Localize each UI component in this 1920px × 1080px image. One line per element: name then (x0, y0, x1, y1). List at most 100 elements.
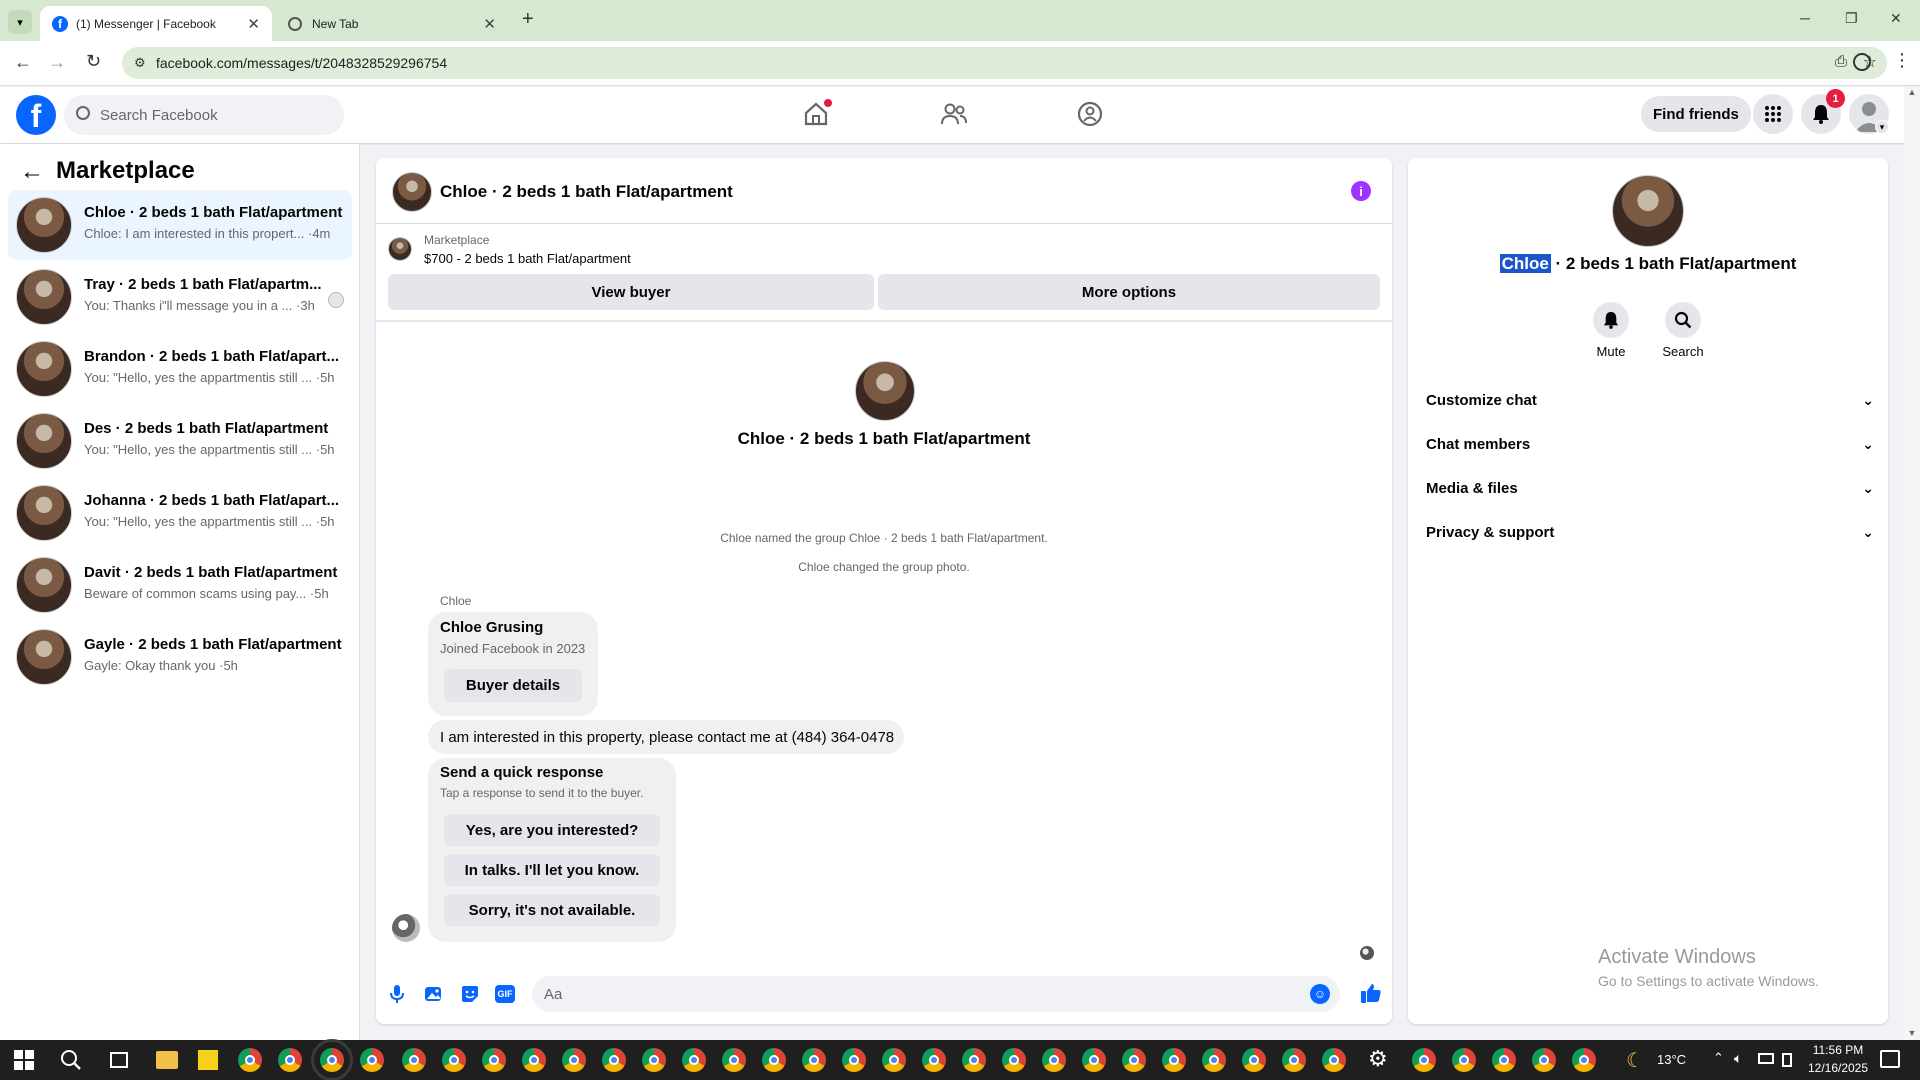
emoji-icon[interactable]: ☺ (1310, 984, 1330, 1004)
tab-messenger[interactable]: f (1) Messenger | Facebook ✕ (40, 6, 272, 41)
quick-reply-button[interactable]: Yes, are you interested? (444, 814, 660, 846)
weather-temperature[interactable]: 13°C (1657, 1052, 1686, 1067)
conversation-item[interactable]: Chloe · 2 beds 1 bath Flat/apartment Chlo… (8, 190, 352, 260)
taskbar-browser-icon[interactable] (1242, 1048, 1266, 1072)
taskbar-browser-icon[interactable] (442, 1048, 466, 1072)
back-arrow-icon[interactable]: ← (20, 158, 44, 186)
taskbar-browser-icon[interactable] (522, 1048, 546, 1072)
site-info-icon[interactable]: ⚙ (134, 55, 146, 71)
taskbar-browser-icon[interactable] (842, 1048, 866, 1072)
taskbar-browser-icon[interactable] (1322, 1048, 1346, 1072)
taskbar-browser-icon[interactable] (1082, 1048, 1106, 1072)
clock-date[interactable]: 12/16/2025 (1806, 1061, 1870, 1075)
taskbar-browser-icon[interactable] (278, 1048, 302, 1072)
quick-reply-button[interactable]: In talks. I'll let you know. (444, 854, 660, 886)
microphone-icon[interactable] (389, 984, 405, 1004)
close-window-icon[interactable]: ✕ (1890, 10, 1902, 27)
taskbar-browser-icon[interactable] (1042, 1048, 1066, 1072)
install-app-icon[interactable]: ⎙ (1835, 53, 1847, 70)
like-thumbs-up-icon[interactable] (1360, 982, 1382, 1004)
message-input[interactable]: Aa ☺ (532, 976, 1340, 1012)
minimize-icon[interactable]: ─ (1800, 10, 1810, 26)
taskbar-browser-icon[interactable] (642, 1048, 666, 1072)
browser-menu-icon[interactable]: ⋮ (1893, 50, 1911, 71)
taskbar-browser-icon[interactable] (722, 1048, 746, 1072)
customize-chat-section[interactable]: Customize chat ⌄ (1424, 380, 1874, 420)
listing-thumbnail[interactable] (388, 237, 412, 261)
taskbar-browser-icon[interactable] (402, 1048, 426, 1072)
close-tab-icon[interactable]: ✕ (483, 15, 496, 33)
profile-icon[interactable] (1853, 53, 1871, 71)
taskbar-browser-icon[interactable] (962, 1048, 986, 1072)
taskbar-browser-icon[interactable] (562, 1048, 586, 1072)
conversation-item[interactable]: Davit · 2 beds 1 bath Flat/apartment Bewa… (8, 550, 352, 620)
photo-attach-icon[interactable] (424, 984, 444, 1004)
taskbar-browser-icon[interactable] (311, 1039, 353, 1080)
taskbar-browser-icon[interactable] (360, 1048, 384, 1072)
find-friends-button[interactable]: Find friends (1641, 96, 1751, 132)
view-buyer-button[interactable]: View buyer (388, 274, 874, 310)
taskbar-browser-icon[interactable] (1412, 1048, 1436, 1072)
taskbar-browser-icon[interactable] (1572, 1048, 1596, 1072)
taskbar-browser-icon[interactable] (238, 1048, 262, 1072)
tray-chevron-up-icon[interactable]: ⌃ (1713, 1050, 1724, 1066)
groups-icon[interactable] (1077, 101, 1103, 127)
conversation-item[interactable]: Johanna · 2 beds 1 bath Flat/apart... You… (8, 478, 352, 548)
sticker-icon[interactable] (460, 984, 480, 1004)
scroll-up-arrow-icon[interactable]: ▲ (1904, 87, 1920, 97)
taskbar-browser-icon[interactable] (922, 1048, 946, 1072)
account-chevron-icon[interactable]: ▾ (1875, 120, 1889, 134)
taskbar-browser-icon[interactable] (682, 1048, 706, 1072)
chat-members-section[interactable]: Chat members ⌄ (1424, 424, 1874, 464)
listing-title[interactable]: $700 - 2 beds 1 bath Flat/apartment (424, 251, 631, 266)
conversation-item[interactable]: Brandon · 2 beds 1 bath Flat/apart... You… (8, 334, 352, 404)
conversation-item[interactable]: Des · 2 beds 1 bath Flat/apartment You: "… (8, 406, 352, 476)
battery-icon[interactable] (1782, 1053, 1792, 1067)
taskbar-search-icon[interactable] (60, 1049, 82, 1071)
taskbar-browser-icon[interactable] (1492, 1048, 1516, 1072)
windows-start-icon[interactable] (14, 1050, 34, 1070)
friends-icon[interactable] (940, 102, 968, 126)
taskbar-browser-icon[interactable] (1452, 1048, 1476, 1072)
taskbar-browser-icon[interactable] (1002, 1048, 1026, 1072)
restore-icon[interactable]: ❐ (1845, 10, 1858, 27)
conversation-item[interactable]: Tray · 2 beds 1 bath Flat/apartm... You: … (8, 262, 352, 332)
reload-icon[interactable]: ↻ (86, 51, 101, 72)
mute-button[interactable] (1593, 302, 1629, 338)
task-view-icon[interactable] (110, 1052, 128, 1068)
sticky-notes-icon[interactable] (198, 1050, 218, 1070)
taskbar-browser-icon[interactable] (1122, 1048, 1146, 1072)
taskbar-browser-icon[interactable] (802, 1048, 826, 1072)
close-tab-icon[interactable]: ✕ (247, 15, 260, 33)
menu-grid-button[interactable] (1753, 94, 1793, 134)
taskbar-browser-icon[interactable] (602, 1048, 626, 1072)
taskbar-browser-icon[interactable] (1162, 1048, 1186, 1072)
facebook-logo-icon[interactable]: f (16, 95, 56, 135)
gif-icon[interactable]: GIF (495, 985, 515, 1003)
chat-header-avatar[interactable] (392, 172, 432, 212)
page-scrollbar[interactable]: ▲ ▼ (1904, 87, 1920, 1040)
quick-reply-button[interactable]: Sorry, it's not available. (444, 894, 660, 926)
search-conversation-button[interactable] (1665, 302, 1701, 338)
forward-arrow-icon[interactable]: → (48, 52, 66, 73)
clock-time[interactable]: 11:56 PM (1806, 1043, 1870, 1057)
address-bar[interactable]: ⚙ facebook.com/messages/t/20483285292967… (122, 47, 1887, 79)
new-tab-plus-icon[interactable]: + (522, 8, 534, 31)
chat-header-title[interactable]: Chloe · 2 beds 1 bath Flat/apartment (440, 182, 733, 202)
notification-center-icon[interactable] (1880, 1050, 1900, 1068)
home-icon[interactable] (803, 99, 832, 126)
taskbar-browser-icon[interactable] (762, 1048, 786, 1072)
volume-icon[interactable]: 🔈︎ (1734, 1050, 1742, 1067)
chat-info-icon[interactable]: i (1351, 181, 1371, 201)
buyer-details-button[interactable]: Buyer details (444, 669, 582, 702)
privacy-support-section[interactable]: Privacy & support ⌄ (1424, 512, 1874, 552)
taskbar-browser-icon[interactable] (482, 1048, 506, 1072)
facebook-search-input[interactable]: Search Facebook (64, 95, 344, 135)
taskbar-browser-icon[interactable] (1202, 1048, 1226, 1072)
tab-search-dropdown[interactable]: ▾ (8, 10, 32, 34)
settings-gear-icon[interactable]: ⚙ (1368, 1046, 1388, 1072)
taskbar-browser-icon[interactable] (1532, 1048, 1556, 1072)
more-options-button[interactable]: More options (878, 274, 1380, 310)
media-files-section[interactable]: Media & files ⌄ (1424, 468, 1874, 508)
network-icon[interactable] (1758, 1053, 1774, 1064)
